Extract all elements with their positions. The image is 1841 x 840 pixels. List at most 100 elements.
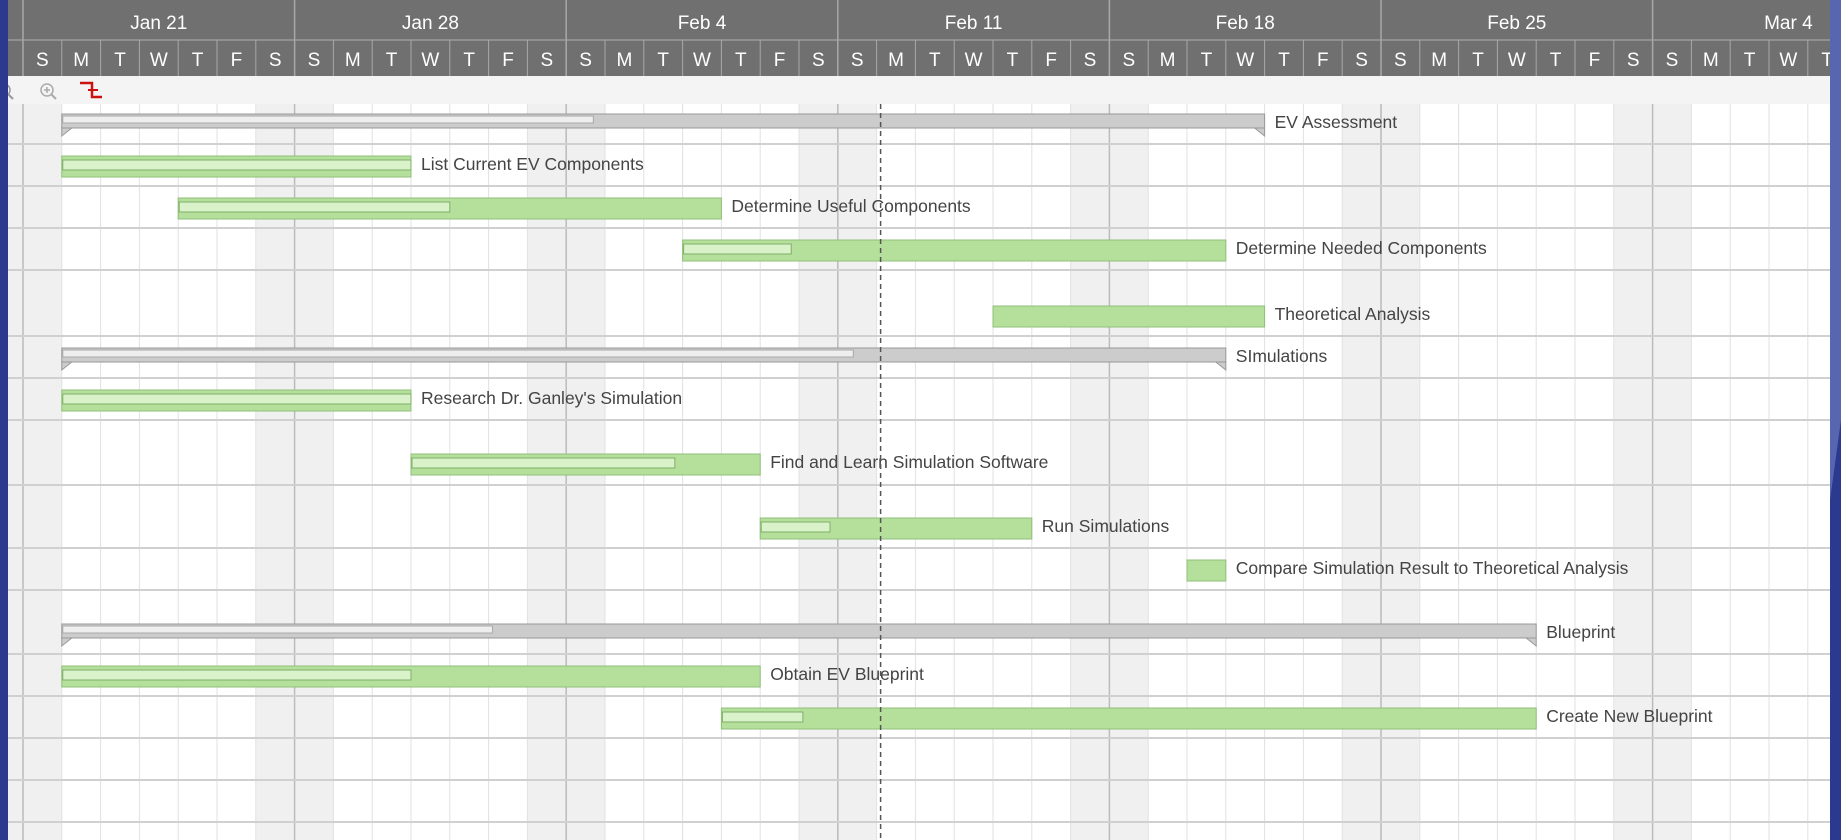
day-letter: W bbox=[1236, 50, 1254, 71]
task-bar[interactable] bbox=[61, 155, 412, 178]
task-progress bbox=[721, 711, 804, 723]
weekend-shade bbox=[1381, 104, 1420, 840]
day-letter: T bbox=[1278, 50, 1290, 71]
day-letter: M bbox=[1431, 50, 1447, 71]
task-progress bbox=[62, 159, 412, 171]
summary-right-cap bbox=[1524, 637, 1537, 648]
task-label: Blueprint bbox=[1546, 622, 1615, 642]
day-letter: W bbox=[965, 50, 983, 71]
summary-progress bbox=[62, 349, 854, 358]
day-letter: F bbox=[774, 50, 786, 71]
day-letter: W bbox=[693, 50, 711, 71]
summary-progress bbox=[62, 115, 594, 124]
day-letter: M bbox=[888, 50, 904, 71]
day-letter: F bbox=[1589, 50, 1601, 71]
day-letter: M bbox=[1703, 50, 1719, 71]
task-label: Run Simulations bbox=[1042, 516, 1170, 536]
day-letter: T bbox=[463, 50, 475, 71]
day-letter: F bbox=[1317, 50, 1329, 71]
day-letter: M bbox=[73, 50, 89, 71]
task-label: Theoretical Analysis bbox=[1275, 304, 1431, 324]
day-letter: S bbox=[851, 50, 864, 71]
day-letter: S bbox=[1627, 50, 1640, 71]
task-label: Compare Simulation Result to Theoretical… bbox=[1236, 558, 1629, 578]
task-bar-fill bbox=[720, 707, 1537, 730]
day-letter: S bbox=[540, 50, 553, 71]
day-letter: M bbox=[1160, 50, 1176, 71]
task-label: Determine Useful Components bbox=[731, 196, 971, 216]
day-letter: T bbox=[386, 50, 398, 71]
day-letter: T bbox=[192, 50, 204, 71]
task-progress bbox=[62, 669, 412, 681]
task-progress bbox=[760, 521, 831, 533]
day-letter: W bbox=[421, 50, 439, 71]
day-letter: F bbox=[502, 50, 514, 71]
week-label: Feb 11 bbox=[945, 13, 1003, 34]
week-label: Jan 21 bbox=[130, 13, 187, 34]
week-label: Feb 25 bbox=[1487, 13, 1546, 34]
task-progress bbox=[178, 201, 451, 213]
task-progress bbox=[62, 393, 412, 405]
week-header bbox=[8, 0, 1830, 40]
summary-right-cap bbox=[1253, 127, 1266, 138]
task-progress bbox=[411, 457, 676, 469]
summary-right-cap bbox=[1214, 361, 1227, 372]
task-bar[interactable] bbox=[992, 305, 1266, 328]
day-letter: S bbox=[812, 50, 825, 71]
week-label: Mar 4 bbox=[1764, 13, 1813, 34]
day-letter: S bbox=[579, 50, 592, 71]
summary-left-cap bbox=[61, 127, 74, 138]
day-letter: S bbox=[269, 50, 282, 71]
summary-left-cap bbox=[61, 361, 74, 372]
task-bar[interactable] bbox=[61, 389, 412, 412]
weekend-shade bbox=[1613, 104, 1653, 840]
task-label: Obtain EV Blueprint bbox=[770, 664, 924, 684]
day-letter: M bbox=[616, 50, 632, 71]
day-letter: S bbox=[1084, 50, 1097, 71]
summary-progress bbox=[62, 625, 493, 634]
weekend-shade bbox=[1342, 104, 1381, 840]
day-letter: T bbox=[1007, 50, 1019, 71]
toolbar-strip bbox=[8, 76, 1830, 104]
task-bar-fill bbox=[992, 305, 1266, 328]
task-bar[interactable] bbox=[682, 239, 1227, 262]
day-letter: T bbox=[929, 50, 941, 71]
day-letter: W bbox=[1779, 50, 1797, 71]
weekend-shade bbox=[1070, 104, 1110, 840]
task-label: EV Assessment bbox=[1275, 112, 1398, 132]
week-label: Feb 4 bbox=[678, 13, 727, 34]
day-letter: T bbox=[1201, 50, 1213, 71]
day-letter: M bbox=[345, 50, 361, 71]
task-label: List Current EV Components bbox=[421, 154, 644, 174]
weekend-shade bbox=[1652, 104, 1692, 840]
weekend-shade bbox=[1109, 104, 1149, 840]
week-label: Jan 28 bbox=[402, 13, 459, 34]
day-letter: T bbox=[1744, 50, 1756, 71]
task-bar-fill bbox=[1186, 559, 1227, 582]
day-letter: W bbox=[150, 50, 168, 71]
day-letter: S bbox=[1355, 50, 1368, 71]
task-label: Determine Needed Components bbox=[1236, 238, 1487, 258]
day-letter: W bbox=[1508, 50, 1526, 71]
task-bar[interactable] bbox=[410, 453, 761, 476]
task-bar[interactable] bbox=[720, 707, 1537, 730]
day-letter: S bbox=[1394, 50, 1407, 71]
task-progress bbox=[683, 243, 792, 255]
task-bar[interactable] bbox=[61, 665, 761, 688]
day-letter: F bbox=[231, 50, 243, 71]
day-letter: S bbox=[1122, 50, 1135, 71]
day-letter: S bbox=[36, 50, 49, 71]
day-letter: F bbox=[1045, 50, 1057, 71]
task-label: Create New Blueprint bbox=[1546, 706, 1712, 726]
task-label: Research Dr. Ganley's Simulation bbox=[421, 388, 682, 408]
day-letter: T bbox=[657, 50, 669, 71]
day-letter: S bbox=[308, 50, 321, 71]
day-letter: T bbox=[114, 50, 126, 71]
task-bar[interactable] bbox=[759, 517, 1033, 540]
day-letter: T bbox=[1550, 50, 1562, 71]
task-bar[interactable] bbox=[1186, 559, 1227, 582]
week-label: Feb 18 bbox=[1216, 13, 1275, 34]
day-letter: T bbox=[1472, 50, 1484, 71]
task-bar[interactable] bbox=[177, 197, 722, 220]
day-letter: T bbox=[735, 50, 747, 71]
